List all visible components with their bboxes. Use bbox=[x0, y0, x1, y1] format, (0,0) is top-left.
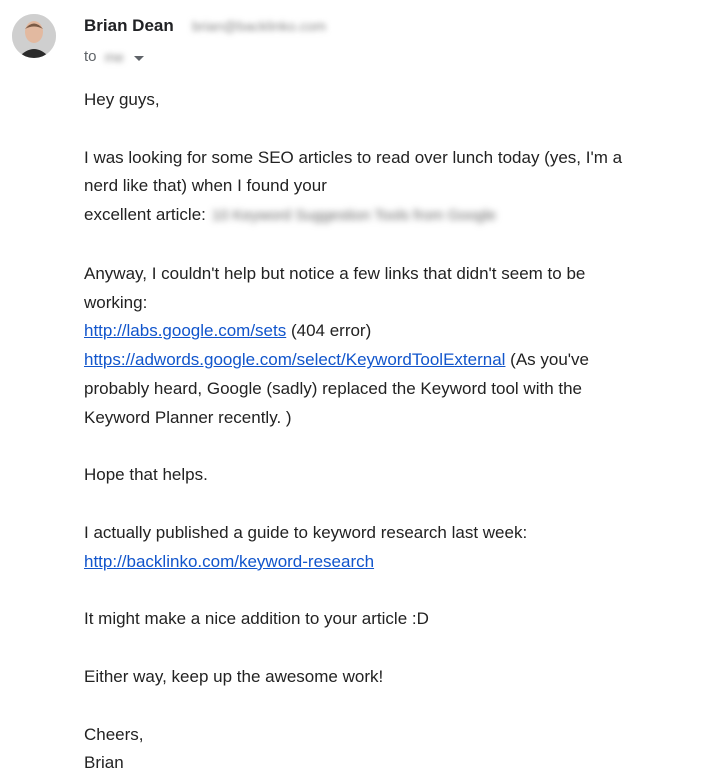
signoff: Cheers, bbox=[84, 724, 144, 744]
signature: Brian bbox=[84, 753, 124, 773]
paragraph-line: Either way, keep up the awesome work! bbox=[84, 666, 384, 686]
paragraph-line: nerd like that) when I found your bbox=[84, 176, 327, 196]
sender-name[interactable]: Brian Dean bbox=[84, 14, 174, 38]
greeting: Hey guys, bbox=[84, 90, 160, 109]
recipient-line: to me bbox=[84, 46, 144, 68]
sender-avatar[interactable] bbox=[12, 14, 56, 58]
paragraph-line: http://labs.google.com/sets (404 error) bbox=[84, 317, 704, 346]
paragraph-line: working: bbox=[84, 292, 148, 312]
paragraph-line: http://backlinko.com/keyword-research bbox=[84, 548, 704, 577]
paragraph-line: It might make a nice addition to your ar… bbox=[84, 609, 429, 629]
paragraph-line: Keyword Planner recently. ) bbox=[84, 407, 292, 427]
recipient-name: me bbox=[104, 49, 124, 65]
link-note: (As you've bbox=[505, 350, 590, 370]
paragraph-line: https://adwords.google.com/select/Keywor… bbox=[84, 346, 704, 375]
paragraph-text: excellent article: bbox=[84, 205, 206, 225]
paragraph-line: I was looking for some SEO articles to r… bbox=[84, 147, 623, 167]
paragraph-line: Hope that helps. bbox=[84, 465, 208, 485]
link-note: (404 error) bbox=[286, 321, 372, 341]
to-label: to bbox=[84, 48, 97, 65]
chevron-down-icon[interactable] bbox=[133, 55, 144, 61]
sender-email: brian@backlinko.com bbox=[192, 18, 327, 34]
redacted-article-title: 10 Keyword Suggestion Tools from Google bbox=[211, 207, 496, 225]
link-keyword-tool-external[interactable]: https://adwords.google.com/select/Keywor… bbox=[84, 350, 505, 369]
link-keyword-research[interactable]: http://backlinko.com/keyword-research bbox=[84, 552, 374, 571]
message-body: Hey guys, I was looking for some SEO art… bbox=[84, 86, 704, 778]
paragraph-line: Anyway, I couldn't help but notice a few… bbox=[84, 263, 586, 283]
paragraph-line: I actually published a guide to keyword … bbox=[84, 522, 528, 542]
paragraph-line: probably heard, Google (sadly) replaced … bbox=[84, 378, 583, 398]
link-labs-google-sets[interactable]: http://labs.google.com/sets bbox=[84, 321, 286, 340]
paragraph-line: excellent article: 10 Keyword Suggestion … bbox=[84, 201, 704, 231]
